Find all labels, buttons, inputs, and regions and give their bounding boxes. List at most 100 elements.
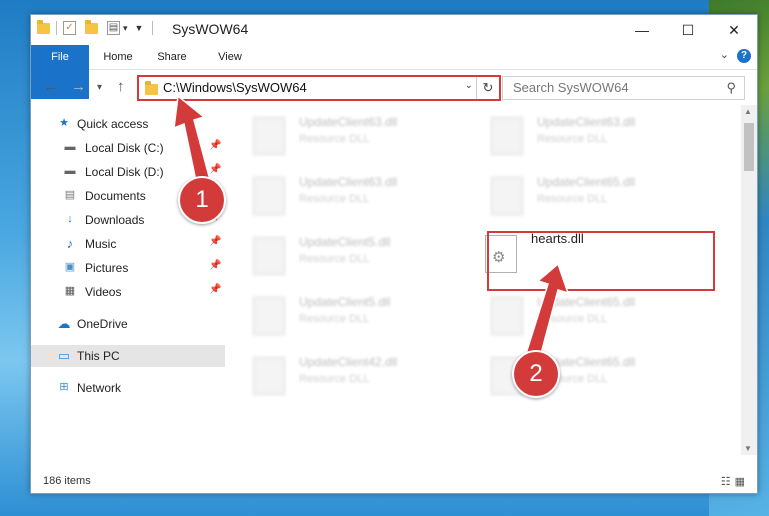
tab-home[interactable]: Home [93,45,143,69]
search-box[interactable]: Search SysWOW64 ⚲ [502,76,745,100]
file-name: UpdateClient63.dll [299,175,398,189]
file-item[interactable]: UpdateClient5.dll Resource DLL [227,285,447,339]
status-bar: 186 items ☷▦ [31,471,757,493]
sidebar-item-quick-access[interactable]: ★ Quick access [31,113,225,135]
folder-icon [37,19,50,34]
file-name: UpdateClient5.dll [299,295,391,309]
sidebar-item-this-pc[interactable]: ▭ This PC [31,345,225,367]
file-item[interactable]: UpdateClient65.dll Resource DLL [465,285,685,339]
search-icon[interactable]: ⚲ [726,80,736,96]
file-description: Resource DLL [537,313,608,325]
file-item[interactable]: UpdateClient65.dll Resource DLL [465,345,685,399]
dll-file-icon [253,237,285,275]
forward-button[interactable]: → [71,78,86,95]
help-button[interactable]: ? [737,49,751,63]
sidebar-item-network[interactable]: ⊞ Network [31,377,225,399]
sidebar-item-music[interactable]: ♪ Music 📌 [31,233,225,255]
dll-file-icon [253,117,285,155]
sidebar-item-label: This PC [77,349,120,363]
view-toggle-icons[interactable]: ☷▦ [721,475,749,488]
navigation-pane: ★ Quick access ▬ Local Disk (C:) 📌 ▬ Loc… [31,105,225,455]
file-item[interactable]: UpdateClient65.dll Resource DLL [465,165,685,219]
sidebar-item-pictures[interactable]: ▣ Pictures 📌 [31,257,225,279]
step-1-badge: 1 [178,176,226,224]
customize-toolbar-icon[interactable]: ▼ [135,23,144,33]
file-item[interactable]: UpdateClient42.dll Resource DLL [227,345,447,399]
file-description: Resource DLL [299,133,370,145]
address-bar[interactable]: C:\Windows\SysWOW64 ⌄ ↻ [137,75,501,101]
file-description: Resource DLL [537,133,608,145]
dll-file-icon: ⚙ [485,235,517,273]
sidebar-item-label: Network [77,381,122,395]
back-button[interactable]: ← [43,78,58,95]
scroll-down-icon[interactable]: ▼ [744,444,752,453]
item-count: 186 items [43,475,91,487]
pin-icon[interactable]: 📌 [209,260,221,271]
chevron-down-icon[interactable]: ▾ [123,23,128,34]
sidebar-item-label: Music [85,237,117,251]
file-name: UpdateClient65.dll [537,175,636,189]
sidebar-item-videos[interactable]: ▦ Videos 📌 [31,281,225,303]
dll-file-icon [491,177,523,215]
chevron-down-icon[interactable]: ⌄ [465,80,473,91]
file-description: Resource DLL [299,373,370,385]
expand-ribbon-icon[interactable]: ⌄ [720,48,729,61]
pin-icon[interactable]: 📌 [209,140,221,151]
vertical-scrollbar[interactable]: ▲ ▼ [741,105,757,455]
drive-icon: ▬ [64,165,76,177]
explorer-window: ✓ ▤ ▾ ▼ SysWOW64 — ☐ ✕ File Home Share V… [30,14,758,494]
title-bar: ✓ ▤ ▾ ▼ SysWOW64 — ☐ ✕ [31,15,757,45]
search-input[interactable]: Search SysWOW64 [513,80,629,95]
file-item-hearts-dll[interactable]: ⚙ hearts.dll [465,225,685,279]
navigation-bar: ← → ▾ ↑ C:\Windows\SysWOW64 ⌄ ↻ Search S… [31,70,757,104]
sidebar-item-local-disk-c[interactable]: ▬ Local Disk (C:) 📌 [31,137,225,159]
minimize-button[interactable]: — [619,15,665,45]
documents-icon: ▤ [64,189,76,201]
sidebar-item-label: Local Disk (D:) [85,165,164,179]
toolbar-divider [152,21,154,35]
file-name: hearts.dll [531,231,584,246]
quick-access-toolbar: ✓ ▤ ▾ ▼ [37,19,156,35]
sidebar-item-label: Downloads [85,213,145,227]
maximize-button[interactable]: ☐ [665,15,711,45]
step-2-badge: 2 [512,350,560,398]
recent-locations-button[interactable]: ▾ [97,82,102,93]
sidebar-item-onedrive[interactable]: ☁ OneDrive [31,313,225,335]
pictures-icon: ▣ [64,261,76,273]
computer-icon: ▭ [57,348,71,363]
properties-icon[interactable]: ✓ [63,21,76,35]
sidebar-item-label: OneDrive [77,317,128,331]
network-icon: ⊞ [59,381,69,393]
scrollbar-thumb[interactable] [744,123,754,171]
file-item[interactable]: UpdateClient5.dll Resource DLL [227,225,447,279]
drive-icon: ▬ [64,141,76,153]
star-icon: ★ [59,117,69,129]
view-options-icon[interactable]: ▤ [107,21,120,35]
folder-icon [145,81,158,95]
up-button[interactable]: ↑ [117,78,125,95]
new-folder-icon[interactable] [85,19,98,34]
window-title: SysWOW64 [172,21,249,37]
tab-view[interactable]: View [205,45,255,69]
dll-file-icon [253,177,285,215]
scroll-up-icon[interactable]: ▲ [744,107,752,116]
sidebar-item-label: Quick access [77,117,149,131]
file-description: Resource DLL [537,193,608,205]
file-name: UpdateClient65.dll [537,295,636,309]
dll-file-icon [253,297,285,335]
refresh-button[interactable]: ↻ [476,77,499,99]
close-button[interactable]: ✕ [711,15,757,45]
tab-share[interactable]: Share [147,45,197,69]
file-item[interactable]: UpdateClient63.dll Resource DLL [227,105,447,159]
toolbar-divider [56,21,57,35]
sidebar-item-label: Pictures [85,261,129,275]
file-item[interactable]: UpdateClient63.dll Resource DLL [465,105,685,159]
dll-file-icon [491,297,523,335]
pin-icon[interactable]: 📌 [209,284,221,295]
address-path[interactable]: C:\Windows\SysWOW64 [163,80,307,95]
file-item[interactable]: UpdateClient63.dll Resource DLL [227,165,447,219]
videos-icon: ▦ [64,285,76,297]
pin-icon[interactable]: 📌 [209,236,221,247]
file-name: UpdateClient42.dll [299,355,398,369]
pin-icon[interactable]: 📌 [209,164,221,175]
